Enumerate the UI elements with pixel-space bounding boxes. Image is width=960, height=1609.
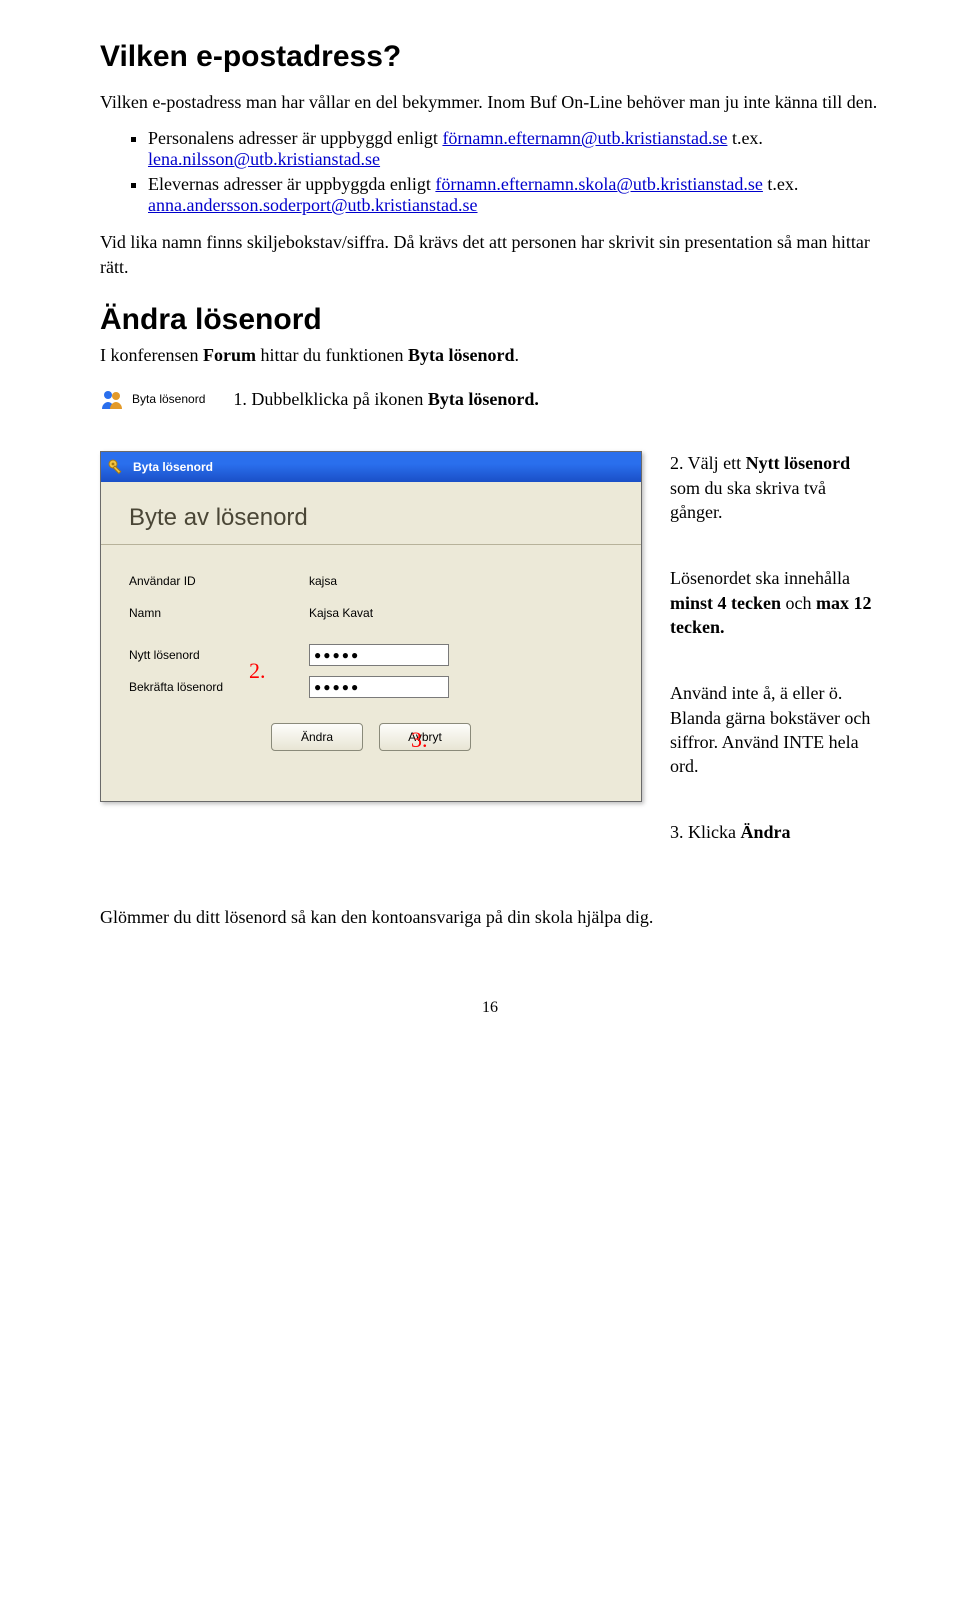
value-user-id: kajsa — [309, 574, 337, 588]
label-confirm-password: Bekräfta lösenord — [129, 680, 309, 694]
people-icon — [100, 387, 124, 411]
byta-losenord-shortcut[interactable]: Byta lösenord — [100, 387, 205, 411]
text: Personalens adresser är uppbyggd enligt — [148, 128, 442, 148]
dialog-heading: Byte av lösenord — [129, 504, 613, 532]
dialog-titlebar: Byta lösenord — [101, 452, 641, 482]
label-user-id: Användar ID — [129, 574, 309, 588]
paragraph: I konferensen Forum hittar du funktionen… — [100, 343, 880, 367]
annotation-3: 3. — [411, 727, 428, 753]
final-paragraph: Glömmer du ditt lösenord så kan den kont… — [100, 905, 880, 929]
confirm-password-input[interactable]: ●●●●● — [309, 676, 449, 698]
section-heading: Ändra lösenord — [100, 303, 880, 337]
dialog-title: Byta lösenord — [133, 460, 213, 474]
new-password-input[interactable]: ●●●●● — [309, 644, 449, 666]
text-bold: Byta lösenord — [408, 345, 515, 365]
text: t.ex. — [727, 128, 763, 148]
change-password-dialog: Byta lösenord Byte av lösenord Användar … — [100, 451, 642, 802]
email-link[interactable]: lena.nilsson@utb.kristianstad.se — [148, 149, 380, 169]
text-bold: minst 4 tecken — [670, 593, 781, 613]
address-list: Personalens adresser är uppbyggd enligt … — [100, 128, 880, 216]
email-link[interactable]: förnamn.efternamn@utb.kristianstad.se — [442, 128, 727, 148]
instruction-step-1: 1. Dubbelklicka på ikonen Byta lösenord. — [233, 387, 880, 411]
row-new-password: Nytt lösenord ●●●●● — [129, 639, 613, 671]
paragraph: Vid lika namn finns skiljebokstav/siffra… — [100, 230, 880, 279]
page-number: 16 — [100, 999, 880, 1017]
page-title: Vilken e-postadress? — [100, 40, 880, 74]
label-new-password: Nytt lösenord — [129, 648, 309, 662]
text: t.ex. — [763, 174, 799, 194]
email-link[interactable]: anna.andersson.soderport@utb.kristiansta… — [148, 195, 478, 215]
text: 1. Dubbelklicka på ikonen — [233, 389, 427, 409]
instruction-step-3: 3. Klicka Ändra — [670, 820, 880, 844]
text: I konferensen — [100, 345, 203, 365]
row-user-id: Användar ID kajsa — [129, 565, 613, 597]
text-bold: Forum — [203, 345, 256, 365]
shortcut-label: Byta lösenord — [132, 392, 205, 406]
text-bold: Ändra — [740, 822, 790, 842]
text: . — [514, 345, 519, 365]
text: hittar du funktionen — [256, 345, 408, 365]
password-rules-chars: Använd inte å, ä eller ö. Blanda gärna b… — [670, 681, 880, 778]
text: 3. Klicka — [670, 822, 740, 842]
text: 2. Välj ett — [670, 453, 746, 473]
row-confirm-password: Bekräfta lösenord ●●●●● — [129, 671, 613, 703]
text-bold: Byta lösenord. — [428, 389, 539, 409]
intro-text: Vilken e-postadress man har vållar en de… — [100, 90, 880, 114]
key-icon — [107, 458, 125, 476]
value-name: Kajsa Kavat — [309, 606, 373, 620]
text: och — [781, 593, 816, 613]
change-button[interactable]: Ändra — [271, 723, 363, 751]
instruction-step-2: 2. Välj ett Nytt lösenord som du ska skr… — [670, 451, 880, 524]
list-item: Elevernas adresser är uppbyggda enligt f… — [148, 174, 880, 216]
email-link[interactable]: förnamn.efternamn.skola@utb.kristianstad… — [435, 174, 763, 194]
text: Elevernas adresser är uppbyggda enligt — [148, 174, 435, 194]
list-item: Personalens adresser är uppbyggd enligt … — [148, 128, 880, 170]
divider — [101, 544, 641, 545]
text-bold: Nytt lösenord — [746, 453, 851, 473]
text: Lösenordet ska innehålla — [670, 568, 850, 588]
row-name: Namn Kajsa Kavat — [129, 597, 613, 629]
text: som du ska skriva två gånger. — [670, 478, 826, 522]
annotation-2: 2. — [249, 658, 266, 684]
label-name: Namn — [129, 606, 309, 620]
password-rules-length: Lösenordet ska innehålla minst 4 tecken … — [670, 566, 880, 639]
